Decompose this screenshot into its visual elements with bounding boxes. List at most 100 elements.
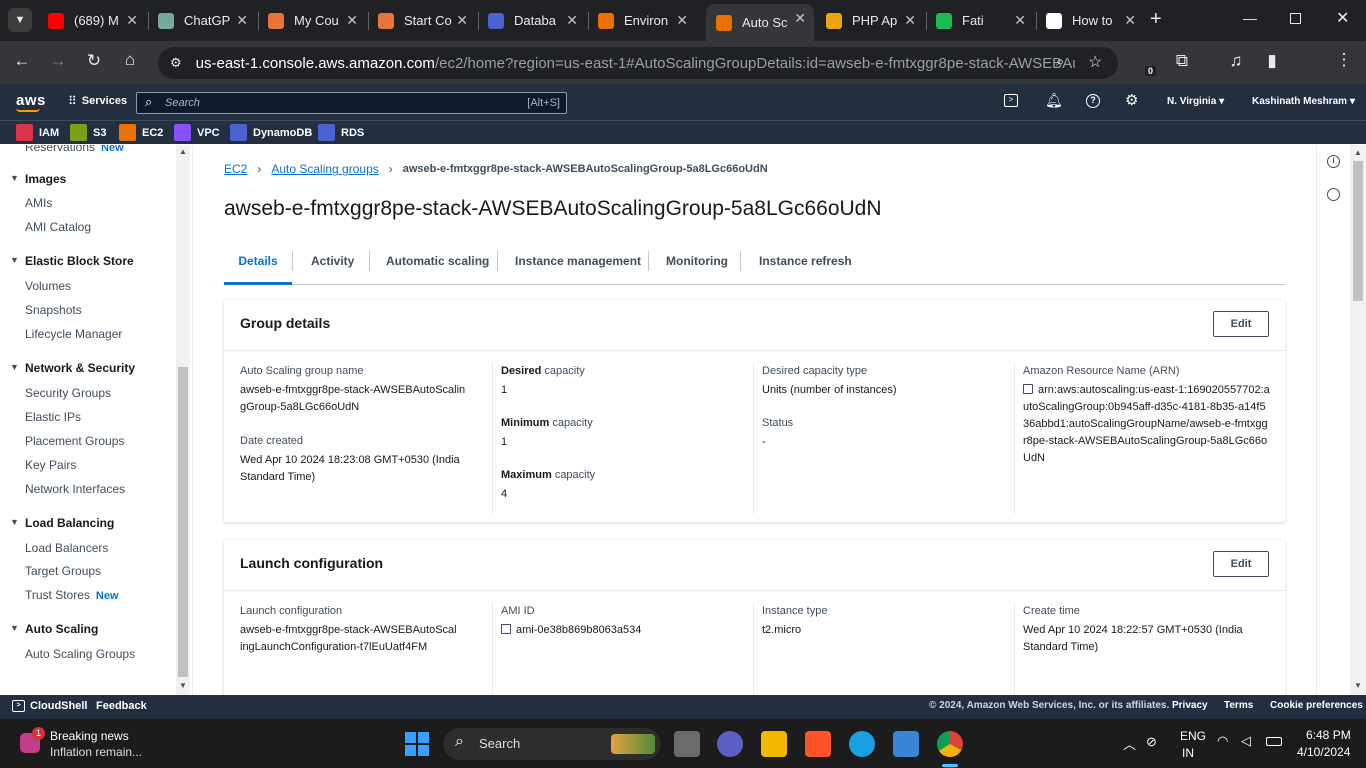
lang-line1[interactable]: ENG bbox=[1180, 729, 1206, 743]
close-tab-icon[interactable]: ✕ bbox=[794, 10, 806, 27]
tab-monitoring[interactable]: Monitoring bbox=[666, 243, 728, 285]
browser-tab[interactable]: (689) M ✕ bbox=[38, 6, 146, 35]
help-icon[interactable]: ? bbox=[1086, 94, 1100, 108]
forward-arrow-icon[interactable]: → bbox=[46, 51, 70, 71]
edge-icon[interactable] bbox=[849, 731, 875, 757]
cloudshell-icon[interactable]: > bbox=[1004, 94, 1018, 107]
close-tab-icon[interactable]: ✕ bbox=[676, 12, 688, 29]
close-tab-icon[interactable]: ✕ bbox=[346, 12, 358, 29]
sidebar-item-target-groups[interactable]: Target Groups bbox=[25, 564, 101, 578]
sidebar-section-images[interactable]: Images bbox=[10, 172, 66, 186]
browser-tab[interactable]: Databa ✕ bbox=[478, 6, 586, 35]
minimize-button[interactable]: — bbox=[1243, 10, 1257, 26]
sidebar-item-ami-catalog[interactable]: AMI Catalog bbox=[25, 220, 91, 234]
sidebar-item-reservations[interactable]: Reservations New bbox=[25, 145, 124, 154]
tab-details[interactable]: Details bbox=[224, 243, 292, 285]
chevron-up-icon[interactable]: ︿ bbox=[1123, 734, 1136, 753]
region-selector[interactable]: N. Virginia ▾ bbox=[1167, 96, 1224, 107]
copy-icon[interactable] bbox=[501, 624, 511, 634]
breadcrumb-asg[interactable]: Auto Scaling groups bbox=[271, 162, 378, 176]
cloudshell-link[interactable]: > CloudShell bbox=[12, 700, 87, 712]
favorite-ec2[interactable]: EC2 bbox=[119, 124, 163, 141]
sidebar-section-auto-scaling[interactable]: Auto Scaling bbox=[10, 622, 98, 636]
reload-icon[interactable]: ↻ bbox=[82, 51, 106, 71]
close-tab-icon[interactable]: ✕ bbox=[1124, 12, 1136, 29]
volume-icon[interactable]: ◁ bbox=[1241, 733, 1251, 749]
restore-button[interactable] bbox=[1290, 13, 1301, 24]
feedback-link[interactable]: Feedback bbox=[96, 700, 147, 712]
edit-group-button[interactable]: Edit bbox=[1213, 311, 1269, 337]
browser-tab[interactable]: Auto Sc ✕ bbox=[706, 4, 814, 41]
sidebar-item-load-balancers[interactable]: Load Balancers bbox=[25, 541, 108, 555]
aws-search-box[interactable]: ⌕ Search [Alt+S] bbox=[136, 92, 567, 114]
windows-start-icon[interactable] bbox=[405, 732, 429, 756]
sidebar-item-security-groups[interactable]: Security Groups bbox=[25, 386, 111, 400]
home-icon[interactable]: ⌂ bbox=[118, 50, 142, 70]
favorite-dynamodb[interactable]: DynamoDB bbox=[230, 124, 312, 141]
breadcrumb-ec2[interactable]: EC2 bbox=[224, 162, 247, 176]
aws-logo[interactable]: aws bbox=[16, 92, 46, 109]
scroll-down-arrow-icon[interactable]: ▼ bbox=[1354, 681, 1362, 690]
bookmark-star-icon[interactable]: ☆ bbox=[1088, 52, 1102, 72]
sidebar-item-placement-groups[interactable]: Placement Groups bbox=[25, 434, 124, 448]
privacy-link[interactable]: Privacy bbox=[1172, 700, 1208, 711]
network-off-icon[interactable]: ⊘ bbox=[1146, 734, 1157, 750]
sidebar-section-network-security[interactable]: Network & Security bbox=[10, 361, 135, 375]
media-control-icon[interactable]: ♫ bbox=[1224, 51, 1248, 71]
favorite-vpc[interactable]: VPC bbox=[174, 124, 220, 141]
browser-tab[interactable]: My Cou ✕ bbox=[258, 6, 366, 35]
sidebar-section-load-balancing[interactable]: Load Balancing bbox=[10, 516, 114, 530]
new-tab-button[interactable]: + bbox=[1150, 8, 1162, 31]
tutorial-icon[interactable] bbox=[1327, 188, 1340, 201]
close-tab-icon[interactable]: ✕ bbox=[1014, 12, 1026, 29]
clock-date[interactable]: 4/10/2024 bbox=[1297, 745, 1350, 759]
browser-tab[interactable]: ChatGP ✕ bbox=[148, 6, 256, 35]
extensions-icon[interactable]: ⧉ bbox=[1170, 51, 1194, 71]
bell-icon[interactable]: 🔔︎ bbox=[1045, 92, 1063, 109]
favorite-s3[interactable]: S3 bbox=[70, 124, 106, 141]
address-bar[interactable]: ⚙ us-east-1.console.aws.amazon.com/ec2/h… bbox=[158, 47, 1118, 79]
tab-activity[interactable]: Activity bbox=[311, 243, 354, 285]
close-tab-icon[interactable]: ✕ bbox=[456, 12, 468, 29]
sidebar-item-elastic-ips[interactable]: Elastic IPs bbox=[25, 410, 81, 424]
tab-automatic-scaling[interactable]: Automatic scaling bbox=[386, 243, 489, 285]
info-icon[interactable]: i bbox=[1327, 155, 1340, 168]
taskbar-search-box[interactable]: ⌕ Search bbox=[443, 728, 661, 760]
edit-launch-config-button[interactable]: Edit bbox=[1213, 551, 1269, 577]
site-info-icon[interactable]: ⚙ bbox=[170, 55, 182, 71]
scroll-up-arrow-icon[interactable]: ▲ bbox=[1354, 148, 1362, 157]
sidebar-item-lifecycle-manager[interactable]: Lifecycle Manager bbox=[25, 327, 122, 341]
sidebar-item-key-pairs[interactable]: Key Pairs bbox=[25, 458, 76, 472]
settings-gear-icon[interactable]: ⚙ bbox=[1125, 91, 1138, 109]
sidebar-item-network-interfaces[interactable]: Network Interfaces bbox=[25, 482, 125, 496]
close-tab-icon[interactable]: ✕ bbox=[566, 12, 578, 29]
browser-tab[interactable]: PHP Ap ✕ bbox=[816, 6, 924, 35]
close-tab-icon[interactable]: ✕ bbox=[236, 12, 248, 29]
browser-tab[interactable]: How to ✕ bbox=[1036, 6, 1144, 35]
tab-search-button[interactable]: ▼ bbox=[8, 8, 32, 32]
search-icon[interactable]: ⌕ bbox=[1056, 53, 1064, 70]
services-menu[interactable]: ⠿ Services bbox=[68, 94, 127, 108]
teams-icon[interactable] bbox=[717, 731, 743, 757]
cookie-preferences-link[interactable]: Cookie preferences bbox=[1270, 700, 1363, 711]
favorite-rds[interactable]: RDS bbox=[318, 124, 364, 141]
account-menu[interactable]: Kashinath Meshram ▾ bbox=[1252, 96, 1355, 107]
favorite-iam[interactable]: IAM bbox=[16, 124, 59, 141]
close-tab-icon[interactable]: ✕ bbox=[904, 12, 916, 29]
clock-time[interactable]: 6:48 PM bbox=[1306, 728, 1351, 742]
sidebar-item-trust-stores[interactable]: Trust Stores New bbox=[25, 588, 119, 602]
browser-tab[interactable]: Fati ✕ bbox=[926, 6, 1034, 35]
page-scrollbar[interactable]: ▲ ▼ bbox=[1350, 145, 1366, 695]
copy-icon[interactable] bbox=[1023, 384, 1033, 394]
store-icon[interactable] bbox=[893, 731, 919, 757]
battery-icon[interactable] bbox=[1266, 737, 1282, 746]
sidebar-item-volumes[interactable]: Volumes bbox=[25, 279, 71, 293]
browser-tab[interactable]: Environ ✕ bbox=[588, 6, 696, 35]
chrome-icon[interactable] bbox=[937, 731, 963, 757]
sidebar-scrollbar[interactable]: ▲ ▼ bbox=[176, 145, 190, 695]
sidebar-item-auto-scaling-groups[interactable]: Auto Scaling Groups bbox=[25, 647, 135, 661]
scroll-up-arrow-icon[interactable]: ▲ bbox=[179, 147, 187, 156]
scroll-down-arrow-icon[interactable]: ▼ bbox=[179, 681, 187, 690]
close-tab-icon[interactable]: ✕ bbox=[126, 12, 138, 29]
sidebar-item-snapshots[interactable]: Snapshots bbox=[25, 303, 82, 317]
